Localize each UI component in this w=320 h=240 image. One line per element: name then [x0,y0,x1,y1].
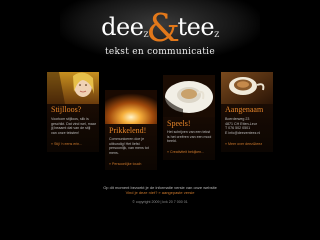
espresso-photo [221,72,273,104]
coffee-cup-photo [163,75,215,117]
card-link[interactable]: » Creativiteit bekijken... [167,150,204,154]
card-title: Speels! [167,119,191,128]
footer-version-link[interactable]: Vind je deze niet? » aangepaste versie [0,190,320,195]
footer-copyright: © copyright 2009 | kvk 20 7 000 01 [132,200,188,204]
logo-part-two: tee [177,13,215,41]
card-title: Stijlloos? [51,105,82,114]
card-prikkelend: Prikkelend! Communiceren doe je uitbundi… [105,90,157,170]
card-speels: Speels! Het schrijven van een tekst is h… [163,75,215,160]
card-link[interactable]: » Stijl 'n eens erin... [51,142,82,146]
logo-ampersand: & [146,6,180,50]
card-address: Boerderweg 23 4871 CH Etten-Leur T 076 5… [225,117,261,135]
card-link[interactable]: » Persoonlijke touch [109,162,141,166]
glow-photo [105,90,157,124]
logo-sub-two: z [214,29,219,40]
logo[interactable]: deez&teez [0,9,320,47]
logo-wordmark: deez&teez [101,9,219,47]
card-aangenaam: Aangenaam Boerderweg 23 4871 CH Etten-Le… [221,72,273,152]
tagline: tekst en communicatie [104,47,215,57]
logo-part-one: dee [101,13,144,41]
card-title: Aangenaam [225,105,264,114]
card-stijlloos: Stijlloos? Voorkom stijlloos, slik is ge… [47,72,99,152]
card-body: Het schrijven van een tekst is het creër… [167,130,212,144]
woman-photo [47,72,99,104]
card-title: Prikkelend! [109,126,147,135]
card-link[interactable]: » Meer over deez&teez [225,142,262,146]
card-body: Communiceren doe je uitbundig! Het liefs… [109,137,149,155]
card-body: Voorkom stijlloos, slik is geschikt. Dat… [51,117,96,135]
